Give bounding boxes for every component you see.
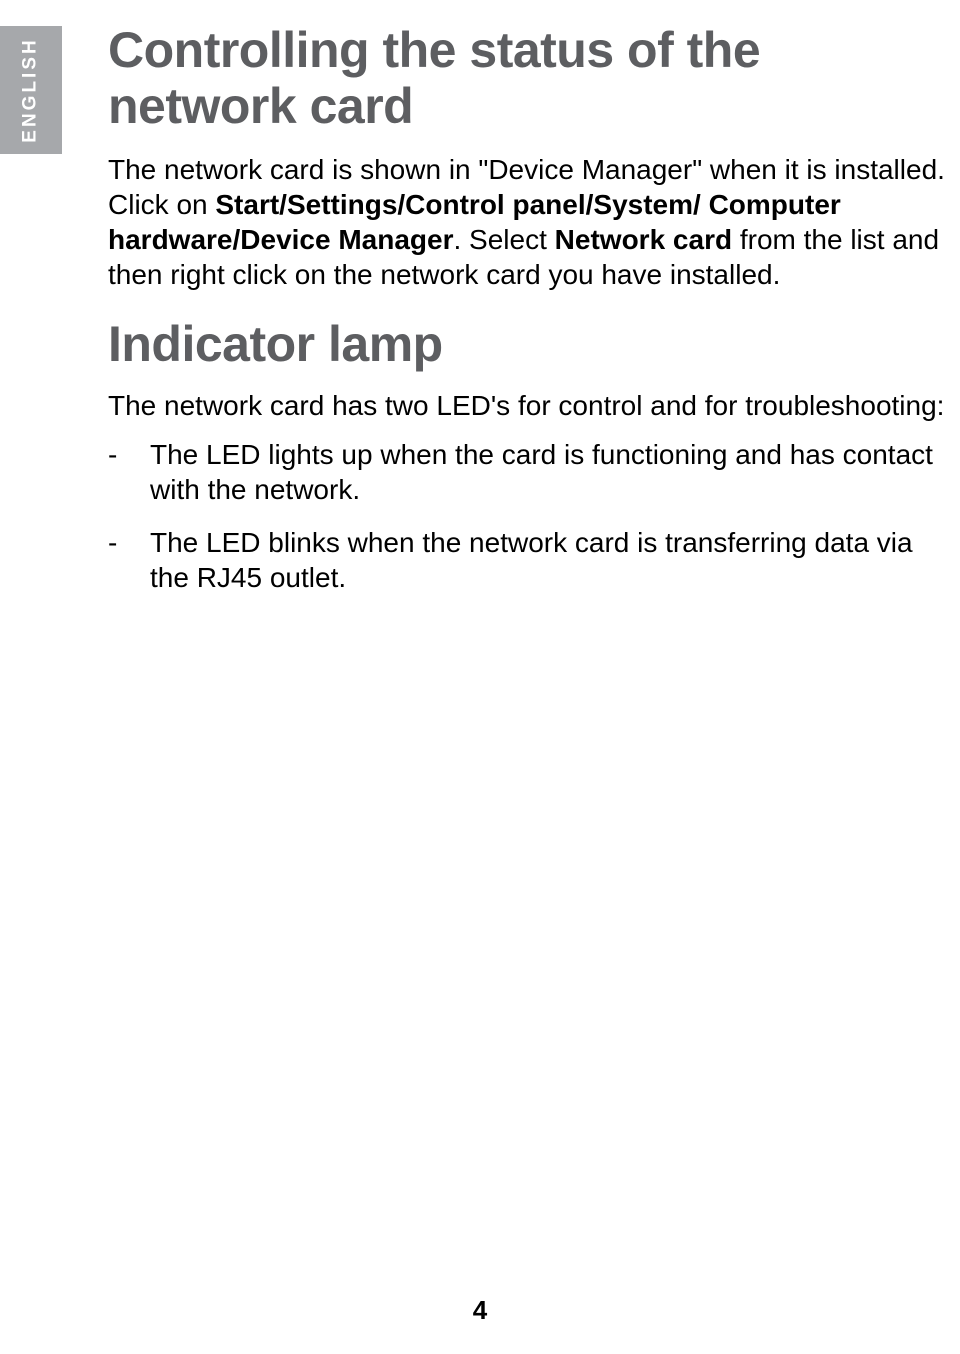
list-item: - The LED lights up when the card is fun… <box>108 437 960 507</box>
dash-icon: - <box>108 525 124 595</box>
dash-icon: - <box>108 437 124 507</box>
language-tab: ENGLISH <box>0 26 62 154</box>
paragraph-device-manager: The network card is shown in "Device Man… <box>108 152 960 292</box>
bullet-list: - The LED lights up when the card is fun… <box>108 437 960 595</box>
page: ENGLISH Controlling the status of the ne… <box>0 0 960 1354</box>
language-tab-text: ENGLISH <box>20 37 42 142</box>
page-number: 4 <box>0 1295 960 1326</box>
para1-part-c: . Select <box>454 224 555 255</box>
list-item-text: The LED lights up when the card is funct… <box>150 437 960 507</box>
content-area: Controlling the status of the network ca… <box>108 22 960 595</box>
para1-bold-networkcard: Network card <box>555 224 732 255</box>
heading-indicator-lamp: Indicator lamp <box>108 316 960 372</box>
paragraph-leds-intro: The network card has two LED's for contr… <box>108 388 960 423</box>
list-item: - The LED blinks when the network card i… <box>108 525 960 595</box>
heading-controlling-status: Controlling the status of the network ca… <box>108 22 960 134</box>
list-item-text: The LED blinks when the network card is … <box>150 525 960 595</box>
